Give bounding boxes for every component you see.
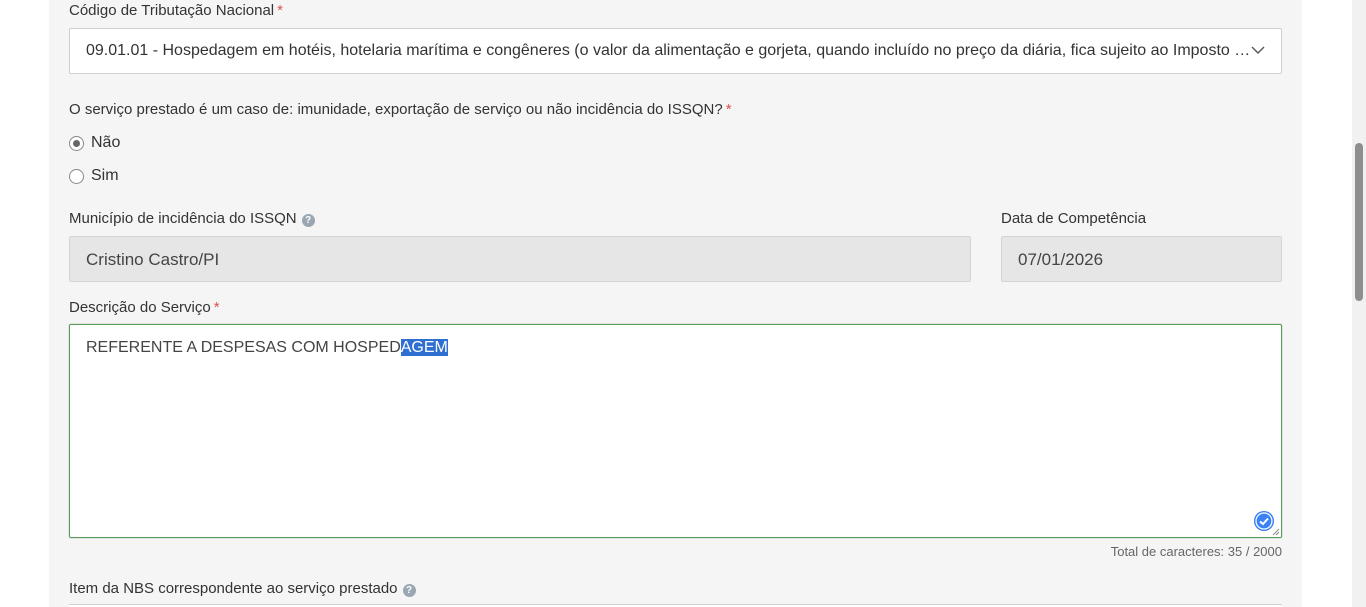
data-competencia-label-text: Data de Competência	[1001, 210, 1147, 227]
descricao-text-selected: AGEM	[400, 339, 448, 356]
data-competencia-label: Data de Competência	[1001, 210, 1146, 227]
codigo-tributacao-label-text: Código de Tributação Nacional	[69, 2, 275, 19]
help-icon[interactable]: ?	[402, 584, 416, 597]
imunidade-question-text: O serviço prestado é um caso de: imunida…	[69, 101, 723, 118]
radio-option-sim[interactable]: Sim	[69, 167, 119, 185]
descricao-textarea[interactable]: REFERENTE A DESPESAS COM HOSPEDAGEM	[69, 324, 1282, 538]
municipio-value: Cristino Castro/PI	[86, 250, 220, 269]
check-circle-icon	[1254, 511, 1274, 531]
imunidade-question: O serviço prestado é um caso de: imunida…	[69, 101, 732, 118]
descricao-text: REFERENTE A DESPESAS COM HOSPEDAGEM	[86, 339, 448, 357]
codigo-tributacao-select[interactable]: 09.01.01 - Hospedagem em hotéis, hotelar…	[69, 28, 1282, 74]
required-mark: *	[213, 299, 220, 316]
descricao-label: Descrição do Serviço *	[69, 299, 220, 316]
radio-nao-label: Não	[91, 134, 121, 151]
radio-option-nao[interactable]: Não	[69, 134, 120, 152]
radio-nao[interactable]	[69, 135, 84, 151]
codigo-tributacao-label: Código de Tributação Nacional *	[69, 2, 283, 19]
radio-sim-label: Sim	[91, 167, 119, 184]
data-competencia-value: 07/01/2026	[1018, 250, 1104, 269]
vertical-scrollbar[interactable]	[1352, 0, 1366, 607]
nbs-label: Item da NBS correspondente ao serviço pr…	[69, 580, 416, 597]
municipio-label: Município de incidência do ISSQN?	[69, 210, 315, 227]
resize-grip-icon[interactable]	[1272, 528, 1280, 536]
required-mark: *	[725, 101, 732, 118]
chevron-down-icon	[1251, 46, 1265, 54]
nbs-label-text: Item da NBS correspondente ao serviço pr…	[69, 580, 398, 597]
required-mark: *	[277, 2, 283, 19]
descricao-text-unselected: REFERENTE A DESPESAS COM HOSPED	[86, 339, 401, 356]
municipio-field: Cristino Castro/PI	[69, 236, 971, 282]
codigo-tributacao-selected-value: 09.01.01 - Hospedagem em hotéis, hotelar…	[86, 42, 1252, 59]
scrollbar-thumb[interactable]	[1355, 143, 1363, 301]
descricao-label-text: Descrição do Serviço	[69, 299, 211, 316]
data-competencia-field: 07/01/2026	[1001, 236, 1282, 282]
radio-sim[interactable]	[69, 168, 84, 184]
character-counter: Total de caracteres: 35 / 2000	[1110, 544, 1282, 559]
help-icon[interactable]: ?	[301, 214, 315, 227]
municipio-label-text: Município de incidência do ISSQN	[69, 210, 297, 227]
